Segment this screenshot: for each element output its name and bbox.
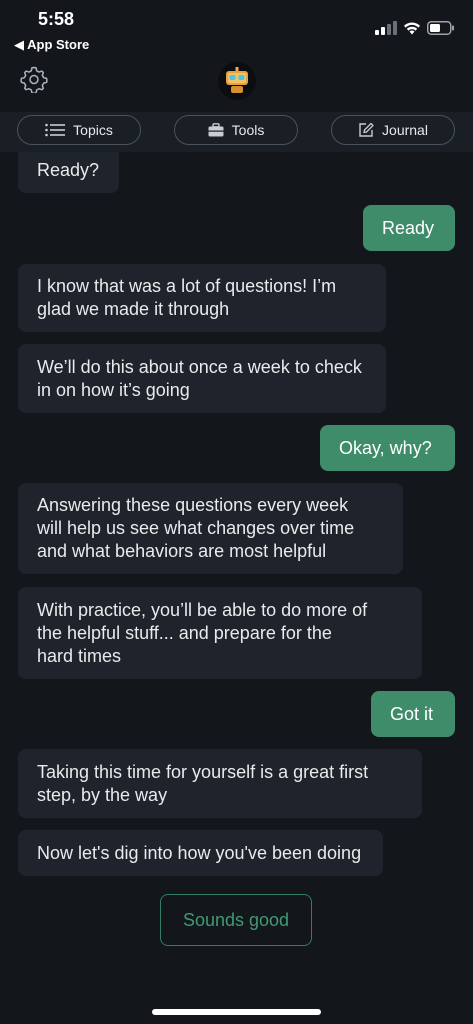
battery-icon bbox=[427, 21, 454, 35]
nav-bar: Topics Tools Journal bbox=[0, 112, 473, 152]
bot-message: Now let's dig into how you've been doing bbox=[18, 830, 383, 876]
robot-logo-icon bbox=[218, 62, 256, 100]
user-message: Ready bbox=[363, 205, 455, 251]
bot-message: Taking this time for yourself is a great… bbox=[18, 749, 422, 818]
journal-button[interactable]: Journal bbox=[331, 115, 455, 145]
cellular-signal-icon bbox=[375, 21, 397, 35]
list-icon bbox=[45, 123, 66, 137]
topics-button[interactable]: Topics bbox=[17, 115, 141, 145]
bot-message: Ready? bbox=[18, 152, 119, 193]
user-message: Okay, why? bbox=[320, 425, 455, 471]
status-icons bbox=[375, 18, 455, 38]
chat-screen: 5:58 ◀ App Store Topics Tools Journal Re… bbox=[0, 0, 473, 1024]
sounds-good-reply-button[interactable]: Sounds good bbox=[160, 894, 312, 946]
back-to-app-store-link[interactable]: ◀ App Store bbox=[14, 37, 89, 53]
topics-label: Topics bbox=[73, 122, 113, 138]
edit-journal-icon bbox=[359, 122, 374, 137]
gear-icon[interactable] bbox=[20, 65, 48, 93]
wifi-icon bbox=[404, 22, 420, 35]
user-message: Got it bbox=[371, 691, 455, 737]
tools-label: Tools bbox=[231, 122, 265, 138]
bot-message: We’ll do this about once a week to check… bbox=[18, 344, 386, 413]
journal-label: Journal bbox=[382, 122, 428, 138]
tools-button[interactable]: Tools bbox=[174, 115, 298, 145]
toolbox-icon bbox=[208, 123, 224, 137]
chat-thread: Ready? Ready I know that was a lot of qu… bbox=[0, 152, 473, 932]
bot-message: With practice, you’ll be able to do more… bbox=[18, 587, 422, 679]
bot-message: I know that was a lot of questions! I’m … bbox=[18, 264, 386, 332]
home-indicator[interactable] bbox=[152, 1009, 321, 1015]
status-time: 5:58 bbox=[38, 9, 75, 29]
bot-message: Answering these questions every week wil… bbox=[18, 483, 403, 574]
